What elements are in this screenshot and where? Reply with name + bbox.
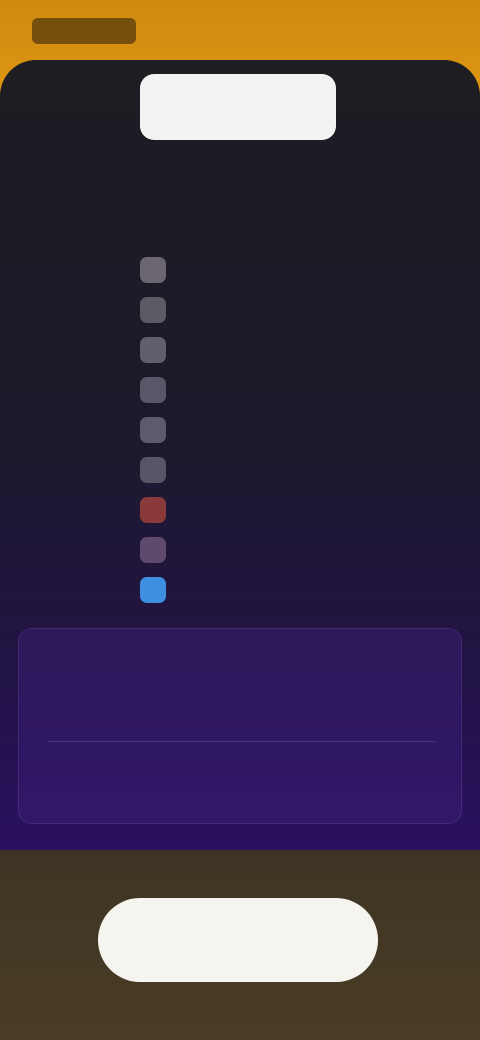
plan-option-monthly[interactable] [19, 657, 463, 721]
pro-badge [140, 74, 336, 140]
feature-item [140, 410, 360, 450]
square-icon [140, 297, 166, 323]
feature-item [140, 570, 360, 610]
square-icon [140, 337, 166, 363]
feature-item [140, 330, 360, 370]
back-button[interactable] [32, 18, 136, 44]
plan-option-yearly[interactable] [19, 751, 463, 815]
square-icon [140, 377, 166, 403]
feature-item [140, 530, 360, 570]
flame-icon [140, 497, 166, 523]
feature-list [140, 250, 360, 610]
star-icon [140, 257, 166, 283]
plan-selector [18, 628, 462, 824]
square-icon [140, 457, 166, 483]
plan-divider [47, 741, 435, 742]
globe-icon [140, 577, 166, 603]
continue-button[interactable] [98, 898, 378, 982]
paywall-sheet [0, 60, 480, 850]
square-icon [140, 417, 166, 443]
feature-item [140, 370, 360, 410]
feature-item [140, 290, 360, 330]
feature-item [140, 250, 360, 290]
square-icon [140, 537, 166, 563]
feature-item [140, 450, 360, 490]
feature-item [140, 490, 360, 530]
footer [0, 850, 480, 1040]
